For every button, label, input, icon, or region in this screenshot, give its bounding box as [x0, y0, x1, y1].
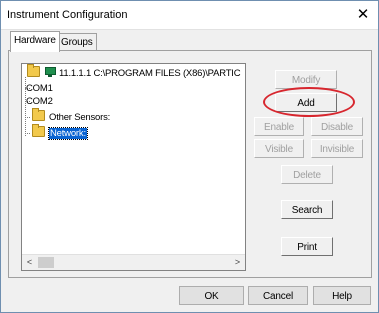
instrument-configuration-window: Instrument Configuration ✕ Hardware Grou… [0, 0, 379, 313]
tree-item-other-sensors[interactable]: Other Sensors: [32, 108, 111, 123]
folder-icon [27, 64, 40, 77]
tree-item-label: Other Sensors: [49, 112, 111, 123]
tree-item-label: Network: [48, 127, 88, 140]
modify-button[interactable]: Modify [275, 70, 337, 89]
hardware-tree-view[interactable]: 11.1.1.1 C:\PROGRAM FILES (X86)\PARTIC C… [21, 63, 246, 271]
tree-item-label: COM2 [26, 96, 53, 107]
delete-button[interactable]: Delete [281, 165, 333, 184]
tab-hardware[interactable]: Hardware [10, 31, 60, 52]
help-button[interactable]: Help [313, 286, 371, 305]
chevron-left-icon: < [26, 257, 33, 267]
tree-root-label: 11.1.1.1 C:\PROGRAM FILES (X86)\PARTIC [59, 68, 241, 79]
title-bar: Instrument Configuration ✕ [1, 1, 378, 30]
horizontal-scrollbar[interactable]: < > [22, 254, 245, 270]
tree-item-network[interactable]: Network: [32, 124, 88, 140]
tab-groups[interactable]: Groups [57, 33, 97, 51]
add-button[interactable]: Add [275, 93, 337, 112]
chevron-right-icon: > [234, 257, 241, 267]
tree-line [25, 133, 30, 134]
disable-button[interactable]: Disable [311, 117, 363, 136]
cancel-button[interactable]: Cancel [248, 286, 308, 305]
tree-item-com1[interactable]: COM1 [26, 82, 53, 95]
tree-line [25, 117, 30, 118]
invisible-button[interactable]: Invisible [311, 139, 363, 158]
print-button[interactable]: Print [281, 237, 333, 256]
tree-item-com2[interactable]: COM2 [26, 95, 53, 108]
scroll-right-arrow[interactable]: > [230, 255, 245, 270]
ok-button[interactable]: OK [179, 286, 244, 305]
scroll-thumb[interactable] [38, 257, 54, 268]
folder-icon [32, 108, 45, 121]
tree-root-item[interactable]: 11.1.1.1 C:\PROGRAM FILES (X86)\PARTIC [27, 64, 241, 79]
enable-button[interactable]: Enable [254, 117, 304, 136]
visible-button[interactable]: Visible [254, 139, 304, 158]
search-button[interactable]: Search [281, 200, 333, 219]
close-icon: ✕ [356, 6, 370, 23]
network-computer-icon [44, 67, 56, 78]
close-button[interactable]: ✕ [348, 1, 378, 29]
tree-item-label: COM1 [26, 83, 53, 94]
window-title: Instrument Configuration [7, 9, 128, 21]
folder-icon [32, 124, 45, 137]
scroll-left-arrow[interactable]: < [22, 255, 37, 270]
